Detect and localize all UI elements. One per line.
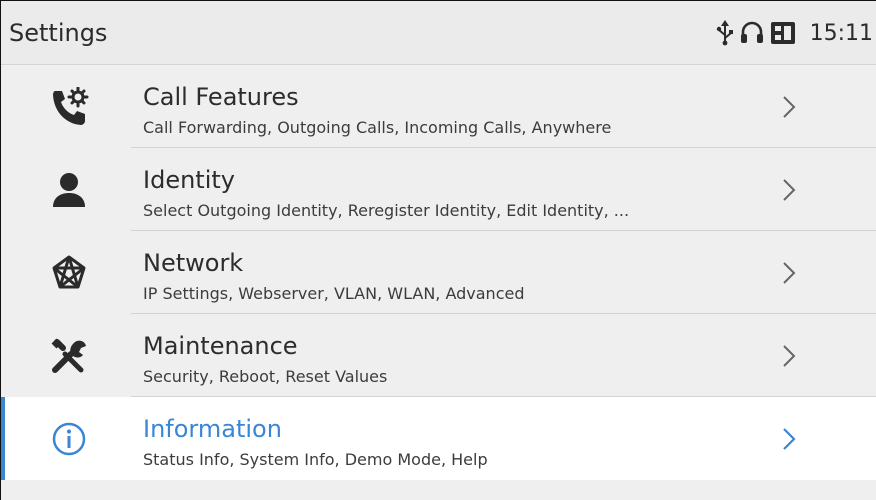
menu-item-title: Information [143,415,282,443]
network-icon [47,251,91,295]
menu-item-call-features[interactable]: Call Features Call Forwarding, Outgoing … [1,65,876,148]
menu-item-title: Network [143,249,244,277]
settings-menu: Call Features Call Forwarding, Outgoing … [1,65,876,480]
headset-icon [740,20,764,46]
selection-indicator [1,397,5,480]
tools-icon [47,334,91,378]
page-title: Settings [9,19,108,47]
menu-item-subtitle: Select Outgoing Identity, Reregister Ide… [143,201,630,220]
status-icons: 15:11 [710,19,873,47]
menu-item-identity[interactable]: Identity Select Outgoing Identity, Rereg… [1,148,876,231]
info-icon [47,417,91,461]
menu-item-network[interactable]: Network IP Settings, Webserver, VLAN, WL… [1,231,876,314]
menu-item-subtitle: Call Forwarding, Outgoing Calls, Incomin… [143,118,612,137]
usb-icon [716,20,734,46]
menu-item-title: Maintenance [143,332,298,360]
status-bar: Settings 15:11 [1,1,876,65]
clock-time: 15:11 [809,20,873,46]
chevron-right-icon [779,426,799,452]
chevron-right-icon [779,94,799,120]
chevron-right-icon [779,177,799,203]
menu-item-subtitle: Status Info, System Info, Demo Mode, Hel… [143,450,488,469]
phone-settings-icon [47,85,91,129]
user-icon [47,168,91,212]
menu-item-subtitle: Security, Reboot, Reset Values [143,367,388,386]
settings-screen: Settings 15:11 Call Features Call Forwar… [0,0,876,500]
chevron-right-icon [779,260,799,286]
menu-item-subtitle: IP Settings, Webserver, VLAN, WLAN, Adva… [143,284,525,303]
menu-item-title: Identity [143,166,235,194]
menu-item-information[interactable]: Information Status Info, System Info, De… [1,397,876,480]
chevron-right-icon [779,343,799,369]
menu-item-maintenance[interactable]: Maintenance Security, Reboot, Reset Valu… [1,314,876,397]
sim-card-icon [770,21,796,45]
menu-item-title: Call Features [143,83,299,111]
